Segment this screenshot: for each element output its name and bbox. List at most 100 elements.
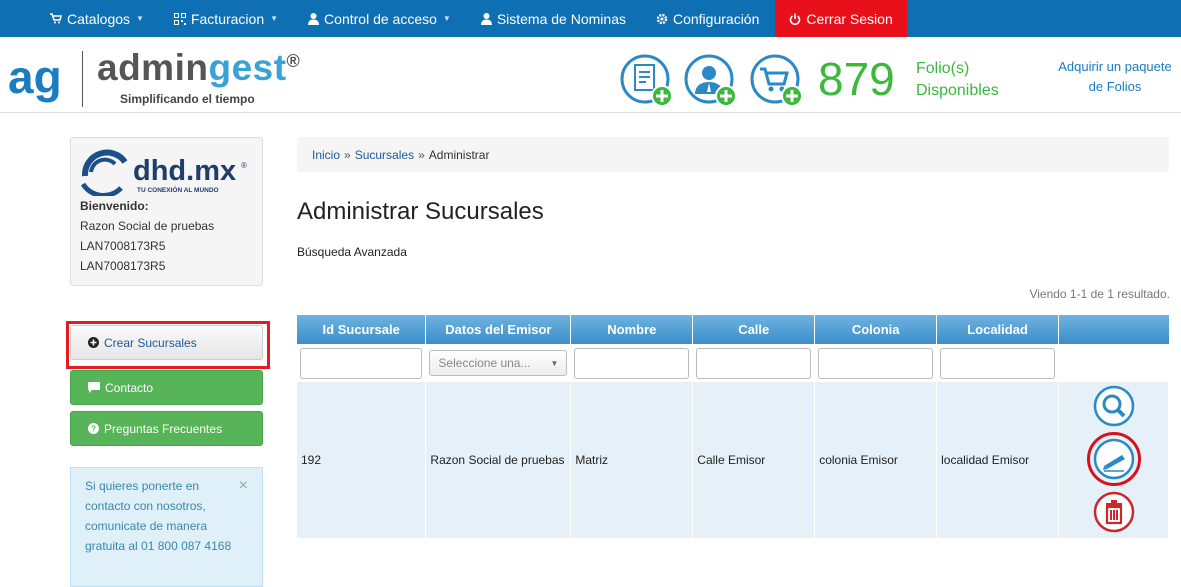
page-title: Administrar Sucursales: [297, 198, 544, 225]
brand-part-admin: admin: [97, 47, 209, 88]
col-header-id[interactable]: Id Sucursale: [297, 315, 427, 344]
nav-control-acceso-label: Control de acceso: [324, 10, 437, 27]
invoice-add-icon: [620, 54, 673, 107]
advanced-search-link[interactable]: Búsqueda Avanzada: [297, 245, 407, 259]
client-add-icon: [684, 54, 737, 107]
breadcrumb-inicio[interactable]: Inicio: [312, 148, 340, 162]
company-logo: dhd.mx ® TU CONEXIÓN AL MUNDO: [80, 148, 256, 199]
contact-info-text: Si quieres ponerte en contacto con nosot…: [85, 479, 232, 553]
welcome-label: Bienvenido:: [80, 199, 149, 213]
brand-registered-mark: ®: [286, 51, 301, 71]
close-icon[interactable]: ×: [239, 476, 248, 496]
cell-id: 192: [297, 382, 427, 538]
profile-rfc: LAN7008173R5: [80, 239, 166, 253]
filter-emisor-placeholder: Seleccione una...: [438, 356, 531, 370]
cell-nombre: Matriz: [570, 382, 694, 538]
breadcrumb: Inicio » Sucursales » Administrar: [297, 137, 1169, 172]
ag-logo-text: ag: [8, 55, 62, 103]
nav-control-acceso[interactable]: Control de acceso ▼: [308, 0, 451, 37]
top-nav: Catalogos ▼ Facturacion ▼ Control de acc…: [0, 0, 1181, 37]
results-summary: Viendo 1-1 de 1 resultado.: [1029, 287, 1170, 301]
trash-icon: [1093, 491, 1134, 532]
company-logo-tagline: TU CONEXIÓN AL MUNDO: [137, 185, 219, 194]
contact-label: Contacto: [105, 380, 154, 395]
breadcrumb-separator: »: [418, 147, 425, 162]
breadcrumb-current: Administrar: [428, 147, 490, 162]
col-header-actions: [1058, 315, 1169, 344]
nav-nominas[interactable]: Sistema de Nominas: [480, 0, 626, 37]
faq-label: Preguntas Frecuentes: [104, 421, 223, 436]
logo-divider: [82, 51, 83, 107]
profile-razon-social: Razon Social de pruebas: [80, 219, 215, 233]
breadcrumb-separator: »: [344, 147, 351, 162]
cell-calle: Calle Emisor: [692, 382, 816, 538]
filter-localidad-input[interactable]: [940, 347, 1056, 379]
brand-part-gest: gest: [208, 47, 287, 88]
cart-icon: [50, 13, 62, 24]
cell-emisor: Razon Social de pruebas: [425, 382, 572, 538]
delete-button[interactable]: [1092, 490, 1136, 537]
nav-facturacion[interactable]: Facturacion ▼: [173, 0, 279, 37]
user-icon: [308, 12, 320, 25]
filter-calle-input[interactable]: [696, 347, 812, 379]
breadcrumb-sucursales[interactable]: Sucursales: [355, 148, 414, 162]
new-invoice-button[interactable]: [620, 54, 673, 107]
app-header: ag admingest® Simplificando el tiempo 87…: [0, 37, 1181, 113]
filter-colonia-input[interactable]: [818, 347, 934, 379]
cell-localidad: localidad Emisor: [936, 382, 1060, 538]
branches-table: Id Sucursale Datos del Emisor Nombre Cal…: [297, 315, 1169, 538]
highlight-outline: [1086, 431, 1141, 486]
folios-label-line2: Disponibles: [916, 82, 999, 99]
brand-slogan: Simplificando el tiempo: [120, 92, 255, 106]
gear-icon: [656, 13, 668, 25]
table-header-row: Id Sucursale Datos del Emisor Nombre Cal…: [297, 315, 1169, 344]
buy-folios-link[interactable]: Adquirir un paquete de Folios: [1040, 57, 1181, 97]
folios-count: 879: [818, 53, 895, 105]
profile-rfc-secondary: LAN7008173R5: [80, 259, 166, 273]
col-header-colonia[interactable]: Colonia: [814, 315, 938, 344]
nav-configuracion[interactable]: Configuración: [656, 0, 759, 37]
company-logo-text: dhd.mx: [133, 155, 236, 187]
col-header-calle[interactable]: Calle: [692, 315, 816, 344]
edit-button[interactable]: [1086, 431, 1141, 486]
filter-nombre-input[interactable]: [574, 347, 690, 379]
buy-folios-line1: Adquirir un paquete: [1058, 59, 1172, 74]
cell-actions: [1058, 382, 1169, 538]
caret-down-icon: ▼: [442, 14, 451, 23]
new-product-button[interactable]: [750, 54, 803, 107]
contact-info-alert: × Si quieres ponerte en contacto con nos…: [70, 467, 263, 587]
table-row: 192 Razon Social de pruebas Matriz Calle…: [297, 382, 1169, 538]
magnifier-icon: [1093, 385, 1134, 426]
view-button[interactable]: [1092, 384, 1136, 431]
caret-down-icon: ▼: [270, 14, 279, 23]
buy-folios-line2: de Folios: [1088, 79, 1142, 94]
user-icon: [480, 12, 492, 25]
filter-id-input[interactable]: [300, 347, 423, 379]
nav-facturacion-label: Facturacion: [190, 10, 265, 27]
faq-button[interactable]: ? Preguntas Frecuentes: [70, 411, 263, 446]
folios-label-line1: Folio(s): [916, 60, 970, 77]
row-actions: [1059, 384, 1168, 537]
col-header-emisor[interactable]: Datos del Emisor: [425, 315, 572, 344]
caret-down-icon: ▼: [136, 14, 144, 23]
ag-logo[interactable]: ag: [8, 51, 74, 106]
filter-row: Seleccione una... ▼: [297, 344, 1169, 382]
nav-catalogos-label: Catalogos: [67, 10, 131, 27]
logout-button[interactable]: Cerrar Sesion: [775, 0, 907, 37]
col-header-localidad[interactable]: Localidad: [936, 315, 1060, 344]
logout-label: Cerrar Sesion: [806, 10, 893, 27]
filter-emisor-select[interactable]: Seleccione una... ▼: [429, 350, 568, 376]
nav-configuracion-label: Configuración: [672, 10, 760, 27]
brand-name: admingest®: [97, 47, 300, 89]
company-logo-reg: ®: [241, 161, 247, 170]
qr-icon: [173, 12, 186, 25]
contact-button[interactable]: Contacto: [70, 370, 263, 405]
nav-nominas-label: Sistema de Nominas: [496, 10, 626, 27]
power-icon: [789, 13, 801, 25]
question-icon: ?: [88, 423, 99, 434]
profile-card: dhd.mx ® TU CONEXIÓN AL MUNDO Bienvenido…: [70, 137, 263, 286]
caret-down-icon: ▼: [550, 358, 559, 368]
new-client-button[interactable]: [684, 54, 737, 107]
nav-catalogos[interactable]: Catalogos ▼: [50, 0, 144, 37]
col-header-nombre[interactable]: Nombre: [570, 315, 694, 344]
